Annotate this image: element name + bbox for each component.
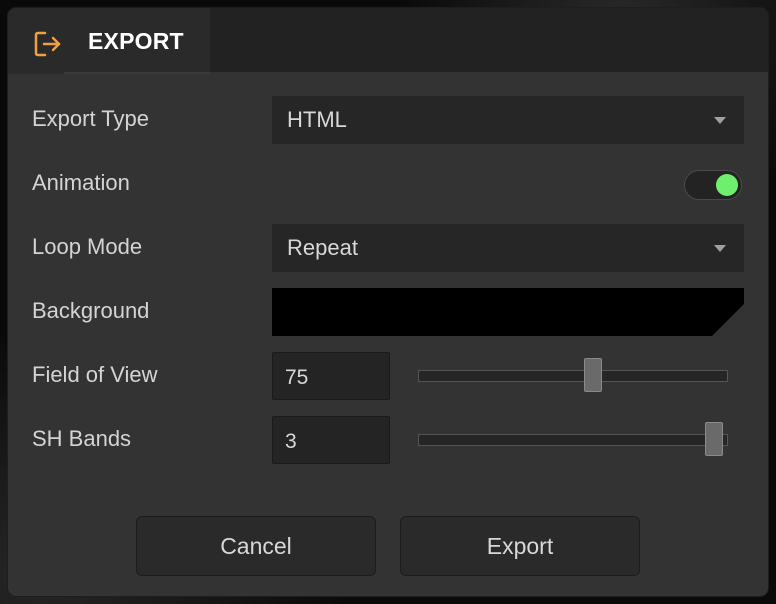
export-arrow-icon: [34, 31, 61, 57]
color-picker-corner: [712, 304, 744, 336]
loop-mode-label: Loop Mode: [32, 234, 143, 259]
sh-bands-label: SH Bands: [32, 426, 132, 451]
export-button[interactable]: Export: [400, 516, 640, 576]
dialog-header: EXPORT: [8, 8, 768, 74]
field-of-view-input[interactable]: 75: [272, 352, 390, 400]
sh-bands-slider-thumb[interactable]: [705, 422, 723, 456]
loop-mode-select[interactable]: Repeat: [272, 224, 744, 272]
field-of-view-label: Field of View: [32, 362, 158, 387]
background-label: Background: [32, 298, 150, 323]
cancel-button[interactable]: Cancel: [136, 516, 376, 576]
header-tab: EXPORT: [8, 8, 210, 74]
field-of-view-slider[interactable]: [418, 358, 728, 392]
chevron-down-icon: [714, 245, 726, 252]
dialog-title: EXPORT: [88, 28, 184, 54]
export-dialog: EXPORT Export Type HTML Animation Loop M…: [8, 8, 768, 596]
export-type-value: HTML: [287, 107, 347, 132]
export-type-label: Export Type: [32, 106, 149, 131]
toggle-knob: [716, 174, 738, 196]
field-of-view-slider-thumb[interactable]: [583, 358, 602, 392]
sh-bands-value: 3: [285, 430, 297, 453]
export-type-select[interactable]: HTML: [272, 96, 744, 144]
chevron-down-icon: [714, 117, 726, 124]
animation-toggle[interactable]: [684, 170, 742, 200]
loop-mode-value: Repeat: [287, 235, 358, 260]
field-of-view-value: 75: [285, 366, 309, 389]
animation-label: Animation: [32, 170, 130, 195]
sh-bands-input[interactable]: 3: [272, 416, 390, 464]
sh-bands-slider[interactable]: [418, 422, 728, 456]
background-color-picker[interactable]: [272, 288, 744, 336]
